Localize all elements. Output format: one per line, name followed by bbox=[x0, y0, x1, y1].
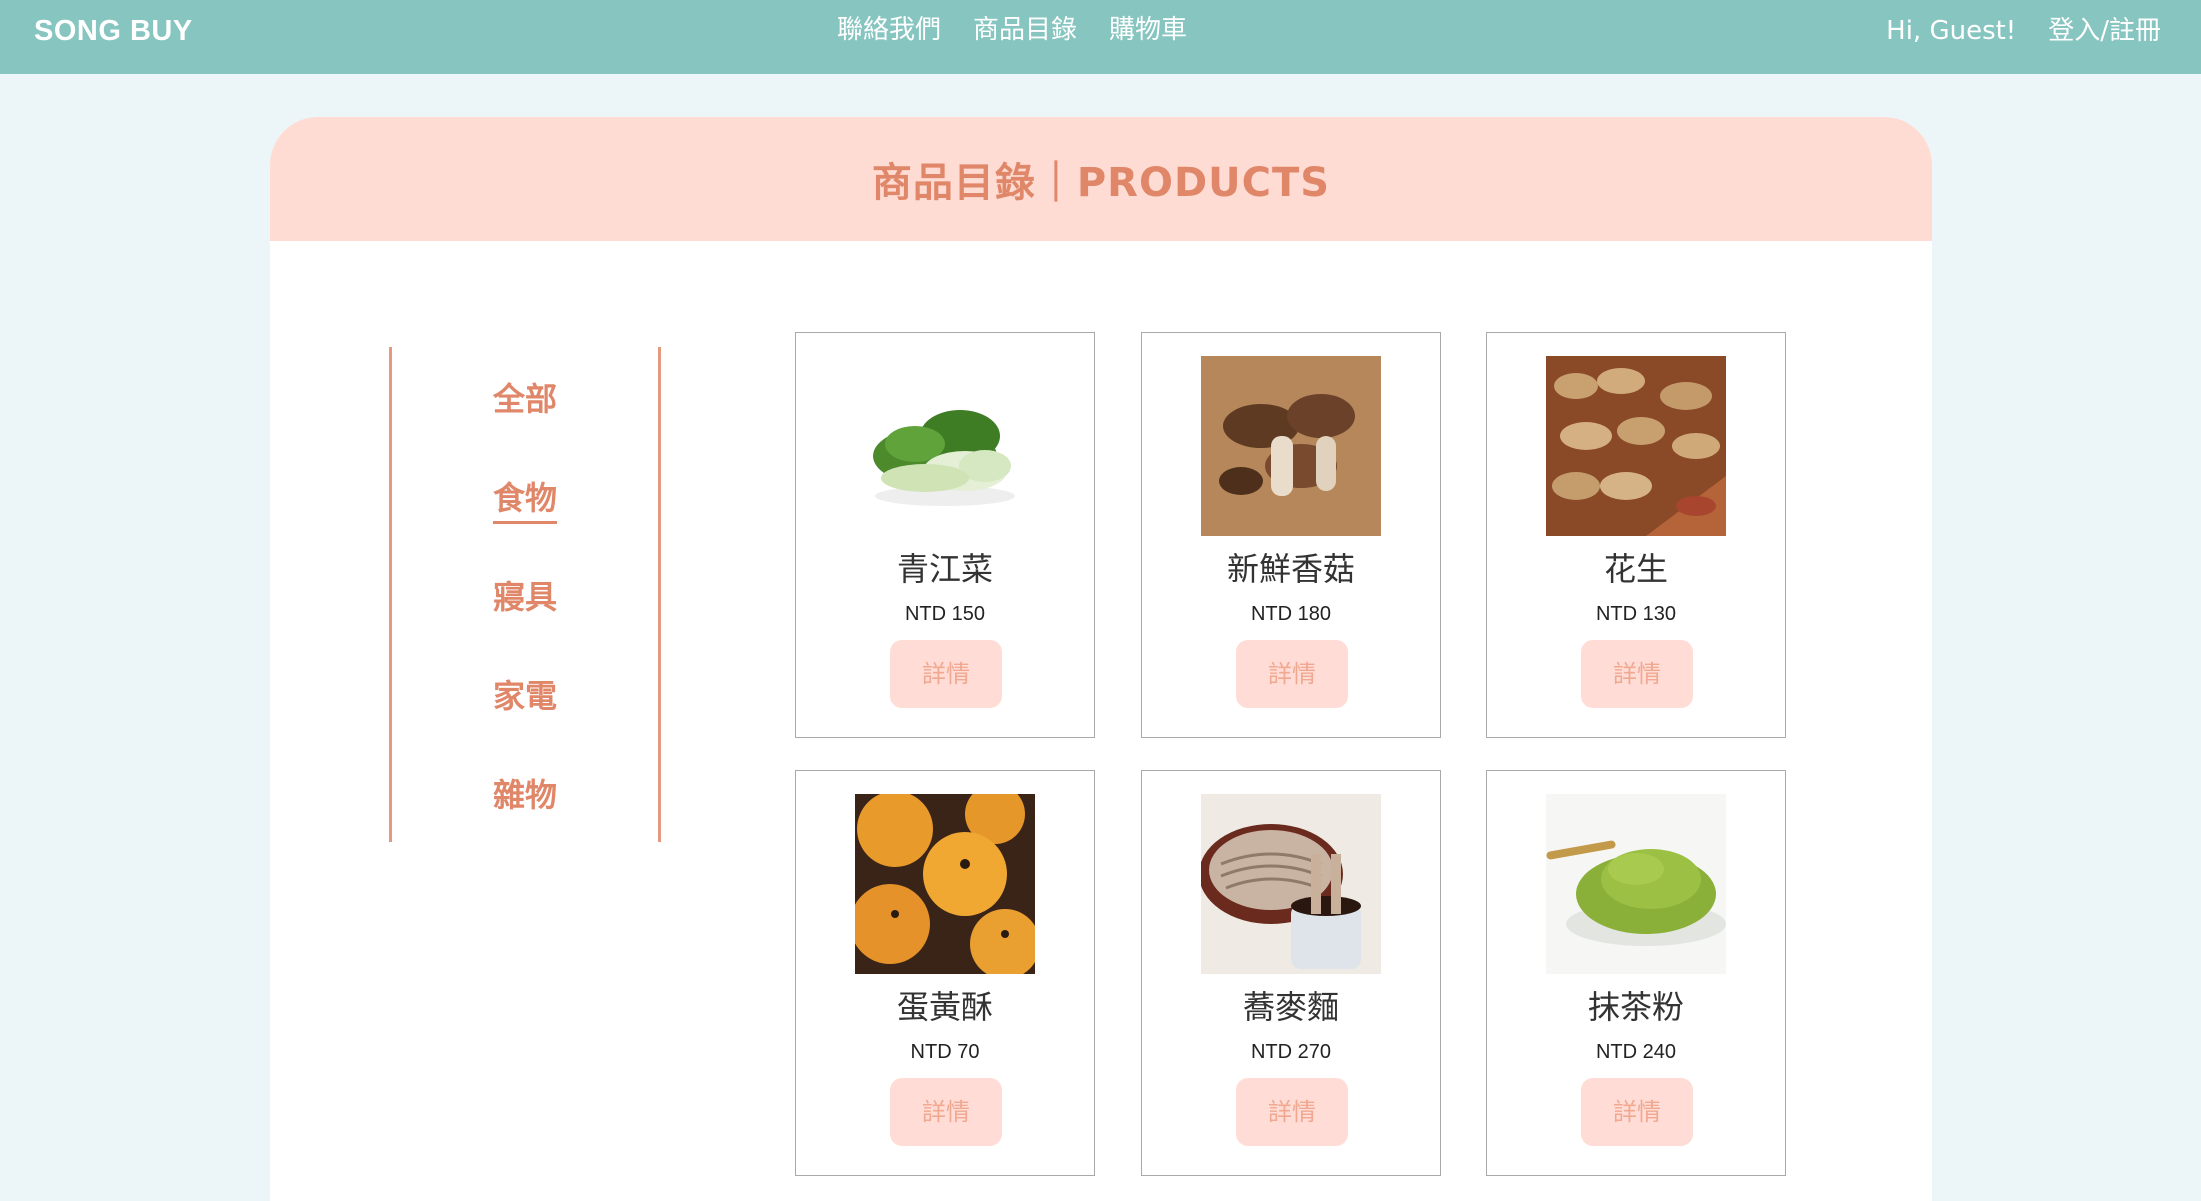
details-button[interactable]: 詳情 bbox=[1236, 1078, 1348, 1146]
catalog-header: 商品目錄｜PRODUCTS bbox=[270, 117, 1932, 241]
product-card: 新鮮香菇 NTD 180 詳情 bbox=[1141, 332, 1441, 738]
details-button[interactable]: 詳情 bbox=[1581, 640, 1693, 708]
product-name: 花生 bbox=[1603, 550, 1668, 588]
brand-logo[interactable]: SONG BUY bbox=[34, 0, 193, 62]
product-name: 抹茶粉 bbox=[1587, 988, 1684, 1026]
product-card: 抹茶粉 NTD 240 詳情 bbox=[1486, 770, 1786, 1176]
product-price: NTD 270 bbox=[1250, 1041, 1332, 1063]
product-price: NTD 180 bbox=[1250, 603, 1332, 625]
details-button[interactable]: 詳情 bbox=[1581, 1078, 1693, 1146]
product-price: NTD 130 bbox=[1595, 603, 1677, 625]
greeting-text: Hi, Guest! bbox=[1886, 16, 2017, 46]
category-label: 全部 bbox=[492, 380, 557, 418]
product-card: 花生 NTD 130 詳情 bbox=[1486, 332, 1786, 738]
catalog-card: 商品目錄｜PRODUCTS 全部 食物 寢具 家電 雜物 青江菜 NTD 150… bbox=[270, 117, 1932, 1201]
product-name: 青江菜 bbox=[896, 550, 993, 588]
product-card: 青江菜 NTD 150 詳情 bbox=[795, 332, 1095, 738]
shiitake-image[interactable] bbox=[1201, 356, 1381, 536]
nav-link-cart[interactable]: 購物車 bbox=[1109, 0, 1187, 60]
product-name: 蛋黃酥 bbox=[896, 988, 993, 1026]
category-misc[interactable]: 雜物 bbox=[392, 770, 658, 816]
product-card: 蕎麥麵 NTD 270 詳情 bbox=[1141, 770, 1441, 1176]
matcha-image[interactable] bbox=[1546, 794, 1726, 974]
details-button[interactable]: 詳情 bbox=[890, 1078, 1002, 1146]
nav-user-area: Hi, Guest! 登入/註冊 bbox=[1886, 0, 2161, 62]
details-button[interactable]: 詳情 bbox=[1236, 640, 1348, 708]
peanut-image[interactable] bbox=[1546, 356, 1726, 536]
product-price: NTD 240 bbox=[1595, 1041, 1677, 1063]
category-food[interactable]: 食物 bbox=[392, 473, 658, 524]
category-sidebar: 全部 食物 寢具 家電 雜物 bbox=[389, 347, 661, 842]
product-card: 蛋黃酥 NTD 70 詳情 bbox=[795, 770, 1095, 1176]
yolk-pastry-image[interactable] bbox=[855, 794, 1035, 974]
category-label: 雜物 bbox=[492, 776, 557, 814]
category-label: 食物 bbox=[492, 479, 557, 524]
soba-image[interactable] bbox=[1201, 794, 1381, 974]
category-label: 家電 bbox=[492, 677, 557, 715]
category-label: 寢具 bbox=[492, 578, 557, 616]
details-button[interactable]: 詳情 bbox=[890, 640, 1002, 708]
page-title: 商品目錄｜PRODUCTS bbox=[871, 160, 1331, 206]
product-name: 新鮮香菇 bbox=[1226, 550, 1355, 588]
product-name: 蕎麥麵 bbox=[1242, 988, 1339, 1026]
navbar: SONG BUY 聯絡我們 商品目錄 購物車 Hi, Guest! 登入/註冊 bbox=[0, 0, 2201, 74]
nav-link-contact[interactable]: 聯絡我們 bbox=[837, 0, 941, 60]
nav-links: 聯絡我們 商品目錄 購物車 bbox=[837, 0, 1187, 60]
bok-choy-image[interactable] bbox=[855, 356, 1035, 536]
category-appliances[interactable]: 家電 bbox=[392, 671, 658, 717]
category-all[interactable]: 全部 bbox=[392, 374, 658, 420]
product-price: NTD 70 bbox=[910, 1041, 980, 1063]
product-price: NTD 150 bbox=[904, 603, 986, 625]
category-bedding[interactable]: 寢具 bbox=[392, 572, 658, 618]
nav-link-catalog[interactable]: 商品目錄 bbox=[973, 0, 1077, 60]
login-register-link[interactable]: 登入/註冊 bbox=[2048, 0, 2161, 62]
